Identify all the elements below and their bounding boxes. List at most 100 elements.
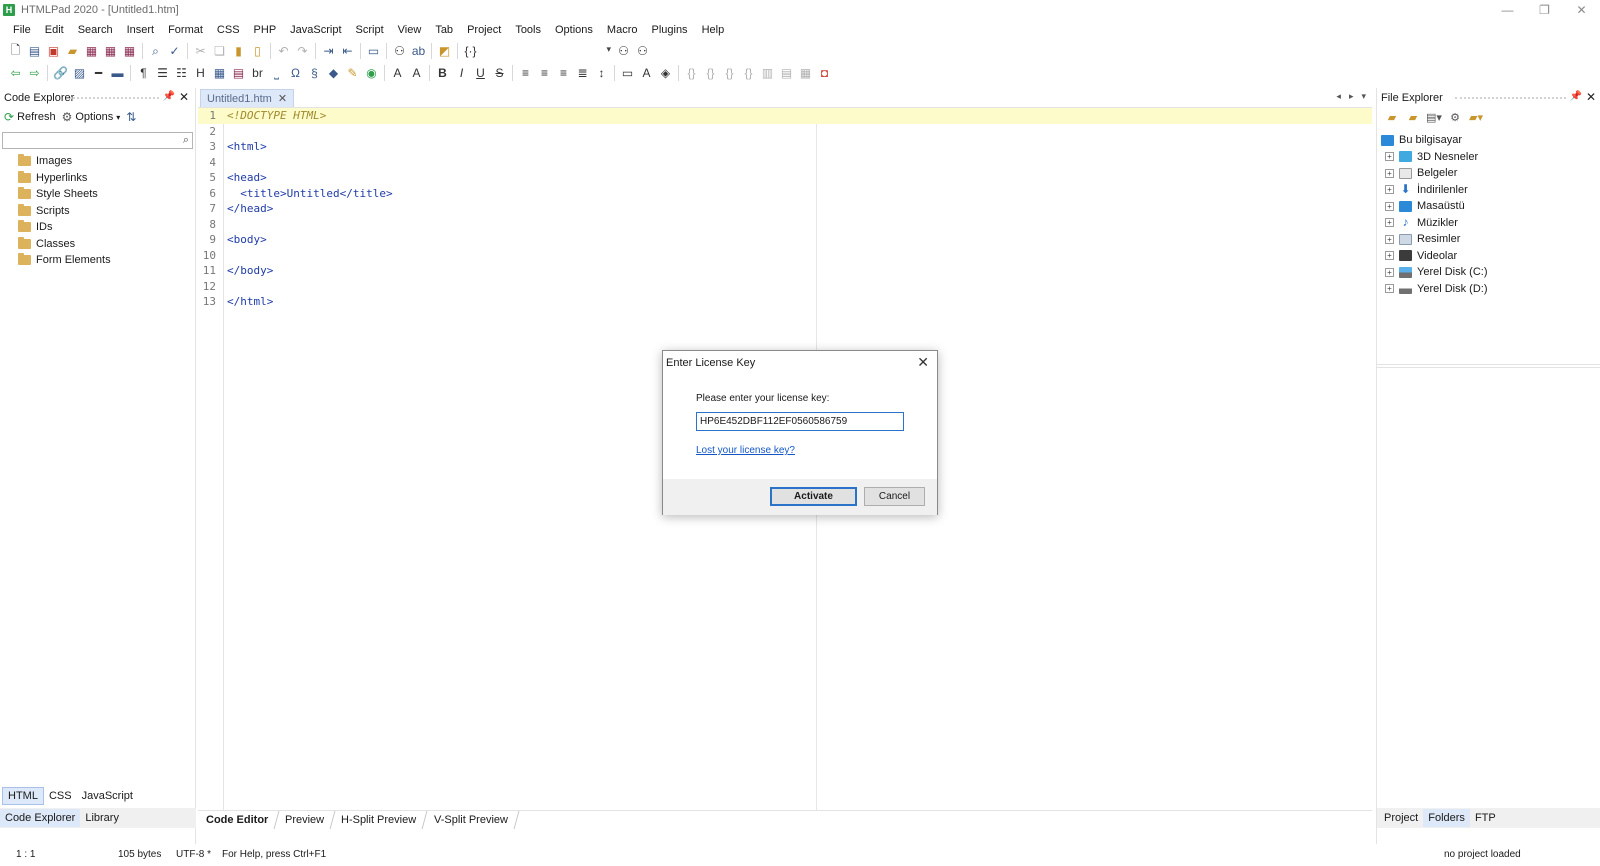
expand-icon[interactable]: + xyxy=(1385,251,1394,261)
script-icon[interactable]: § xyxy=(305,64,324,82)
save-as-icon[interactable]: ▦ xyxy=(120,42,139,60)
find-next-icon[interactable]: ⚇ xyxy=(633,42,652,60)
tree-item-scripts[interactable]: Scripts xyxy=(18,203,195,220)
menu-javascript[interactable]: JavaScript xyxy=(283,24,348,36)
save-icon[interactable]: ▦ xyxy=(82,42,101,60)
cut-icon[interactable]: ✂ xyxy=(191,42,210,60)
gear-icon[interactable]: ⚙ xyxy=(1446,109,1464,125)
panel-grip[interactable] xyxy=(70,97,159,99)
search-icon[interactable]: ⌕ xyxy=(146,42,165,60)
tree-item-desktop[interactable]: + Masaüstü xyxy=(1377,198,1600,215)
tree-item-music[interactable]: + ♪ Müzikler xyxy=(1377,215,1600,232)
align-center-icon[interactable]: ≡ xyxy=(535,64,554,82)
menu-macro[interactable]: Macro xyxy=(600,24,645,36)
expand-icon[interactable]: + xyxy=(1385,168,1394,178)
menu-script[interactable]: Script xyxy=(349,24,391,36)
block-icon[interactable]: ▭ xyxy=(618,64,637,82)
tree-item-images[interactable]: Images xyxy=(18,153,195,170)
new-pdf-icon[interactable]: ▣ xyxy=(44,42,63,60)
code-snippet-icon[interactable]: {·} xyxy=(461,42,480,60)
validate-icon[interactable]: ▦ xyxy=(796,64,815,82)
highlight-icon[interactable]: ◈ xyxy=(656,64,675,82)
redo-icon[interactable]: ↷ xyxy=(293,42,312,60)
expand-icon[interactable]: + xyxy=(1385,234,1394,244)
tab-library[interactable]: Library xyxy=(80,809,124,827)
tab-html[interactable]: HTML xyxy=(2,787,44,805)
tab-javascript[interactable]: JavaScript xyxy=(77,788,138,804)
tree-item-ids[interactable]: IDs xyxy=(18,219,195,236)
find-binoculars-icon[interactable]: ⚇ xyxy=(614,42,633,60)
folder-menu-icon[interactable]: ▰▾ xyxy=(1467,109,1485,125)
special-char-icon[interactable]: Ω xyxy=(286,64,305,82)
image-icon[interactable]: ▨ xyxy=(70,64,89,82)
close-panel-icon[interactable]: ✕ xyxy=(1586,90,1596,104)
expand-icon[interactable]: + xyxy=(1385,284,1394,294)
split-icon[interactable]: ▥ xyxy=(758,64,777,82)
tab-project[interactable]: Project xyxy=(1379,809,1423,827)
cancel-button[interactable]: Cancel xyxy=(864,487,925,506)
lost-license-link[interactable]: Lost your license key? xyxy=(696,445,795,456)
tree-item-downloads[interactable]: + ⬇ İndirilenler xyxy=(1377,182,1600,199)
encoding[interactable]: UTF-8 * xyxy=(176,849,211,860)
link-icon[interactable]: 🔗 xyxy=(51,64,70,82)
comment-icon[interactable]: ▬ xyxy=(108,64,127,82)
line-break-icon[interactable]: br xyxy=(248,64,267,82)
view-mode-icon[interactable]: ▭ xyxy=(364,42,383,60)
window-icon[interactable]: ▤ xyxy=(777,64,796,82)
tab-h-split-preview[interactable]: H-Split Preview xyxy=(331,811,429,829)
tree-item-classes[interactable]: Classes xyxy=(18,236,195,253)
table-icon[interactable]: ▦ xyxy=(210,64,229,82)
menu-help[interactable]: Help xyxy=(695,24,732,36)
font-size-down-icon[interactable]: A xyxy=(407,64,426,82)
activate-button[interactable]: Activate xyxy=(770,487,857,506)
menu-php[interactable]: PHP xyxy=(247,24,284,36)
tab-folders[interactable]: Folders xyxy=(1423,809,1470,827)
brace-icon[interactable]: {} xyxy=(682,64,701,82)
view-options-icon[interactable]: ▤▾ xyxy=(1425,109,1443,125)
undo-icon[interactable]: ↶ xyxy=(274,42,293,60)
line-spacing-icon[interactable]: ↕ xyxy=(592,64,611,82)
pin-icon[interactable]: 📌 xyxy=(1570,91,1582,102)
expand-icon[interactable]: + xyxy=(1385,218,1394,228)
tree-item-pictures[interactable]: + Resimler xyxy=(1377,231,1600,248)
tree-item-local-disk-c[interactable]: + Yerel Disk (C:) xyxy=(1377,264,1600,281)
tab-ftp[interactable]: FTP xyxy=(1470,809,1501,827)
refresh-button[interactable]: ⟳ Refresh xyxy=(4,110,56,124)
new-html-icon[interactable]: ▤ xyxy=(25,42,44,60)
braces-icon[interactable]: {} xyxy=(701,64,720,82)
paste-icon[interactable]: ▮ xyxy=(229,42,248,60)
font-color-icon[interactable]: A xyxy=(637,64,656,82)
menu-project[interactable]: Project xyxy=(460,24,508,36)
options-button[interactable]: ⚙ Options ▾ xyxy=(62,110,121,124)
braces-collapse-icon[interactable]: {} xyxy=(739,64,758,82)
tree-item-local-disk-d[interactable]: + Yerel Disk (D:) xyxy=(1377,281,1600,298)
save-all-icon[interactable]: ▦ xyxy=(101,42,120,60)
brush-icon[interactable]: ✎ xyxy=(343,64,362,82)
snippet-select[interactable] xyxy=(484,43,614,59)
sort-button[interactable]: ⇅ xyxy=(126,110,136,124)
bullet-list-icon[interactable]: ☰ xyxy=(153,64,172,82)
justify-icon[interactable]: ≣ xyxy=(573,64,592,82)
chevron-down-icon[interactable]: ▾ xyxy=(1361,91,1366,102)
menu-edit[interactable]: Edit xyxy=(38,24,71,36)
outdent-icon[interactable]: ⇤ xyxy=(338,42,357,60)
tab-code-editor[interactable]: Code Editor xyxy=(195,811,280,829)
tag-icon[interactable]: ◆ xyxy=(324,64,343,82)
expand-icon[interactable]: + xyxy=(1385,152,1394,162)
horizontal-rule-icon[interactable]: ━ xyxy=(89,64,108,82)
heading-icon[interactable]: H xyxy=(191,64,210,82)
panel-splitter[interactable] xyxy=(1377,364,1600,368)
paste-special-icon[interactable]: ▯ xyxy=(248,42,267,60)
restore-icon[interactable]: ❐ xyxy=(1526,0,1563,20)
new-file-icon[interactable]: 🗋 xyxy=(6,42,25,60)
menu-insert[interactable]: Insert xyxy=(120,24,162,36)
tree-item-form-elements[interactable]: Form Elements xyxy=(18,252,195,269)
tab-v-split-preview[interactable]: V-Split Preview xyxy=(423,811,520,829)
html5-icon[interactable]: ◘ xyxy=(815,64,834,82)
italic-icon[interactable]: I xyxy=(452,64,471,82)
form-icon[interactable]: ▤ xyxy=(229,64,248,82)
tree-item-3d-objects[interactable]: + 3D Nesneler xyxy=(1377,149,1600,166)
browser-icon[interactable]: ◩ xyxy=(435,42,454,60)
nbsp-icon[interactable]: ⎵ xyxy=(267,64,286,82)
tab-preview[interactable]: Preview xyxy=(274,811,336,829)
